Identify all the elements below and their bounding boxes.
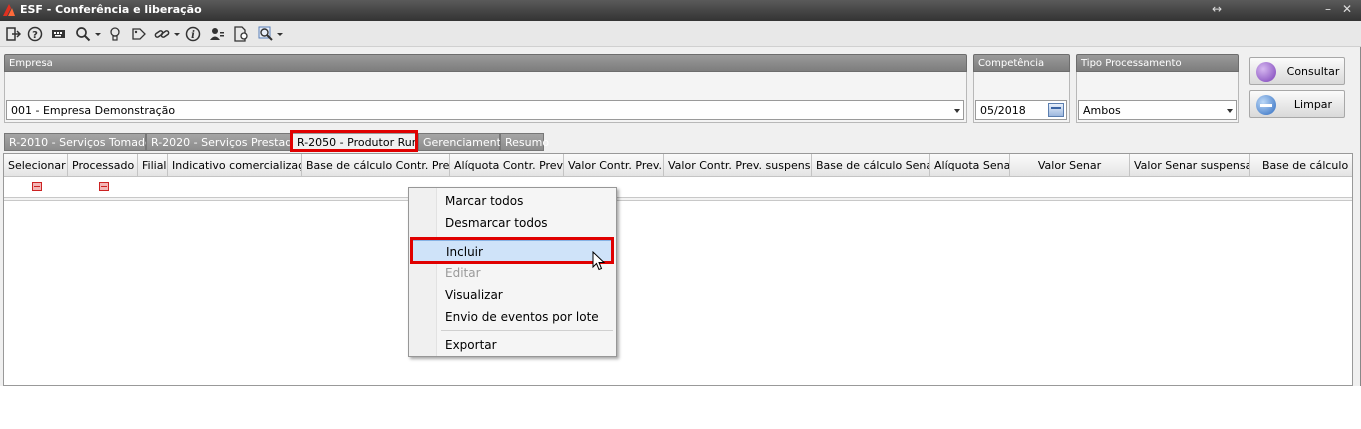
empresa-label: Empresa bbox=[4, 54, 967, 72]
document-settings-icon[interactable] bbox=[232, 25, 250, 43]
menu-item-editar: Editar bbox=[445, 266, 481, 280]
user-icon[interactable] bbox=[208, 25, 226, 43]
app-window: ESF - Conferência e liberação ↔ – ✕ ? i bbox=[0, 0, 1361, 386]
minus-circle-icon bbox=[1256, 95, 1276, 115]
restore-icon[interactable]: ↔ bbox=[1212, 2, 1222, 16]
column-header[interactable]: Alíquota Contr. Prev. bbox=[450, 154, 564, 177]
svg-text:i: i bbox=[191, 30, 195, 41]
column-header[interactable]: Base de cálculo Senar bbox=[812, 154, 930, 177]
column-header[interactable]: Alíquota Senar bbox=[930, 154, 1010, 177]
calendar-icon[interactable] bbox=[1048, 103, 1064, 117]
title-bar[interactable]: ESF - Conferência e liberação ↔ – ✕ bbox=[0, 0, 1361, 21]
chevron-down-icon[interactable] bbox=[954, 109, 960, 113]
column-header[interactable]: Selecionar bbox=[4, 154, 68, 177]
tipo-processamento-label: Tipo Processamento bbox=[1076, 54, 1239, 72]
menu-item-incluir[interactable]: Incluir bbox=[411, 240, 614, 262]
tab-gerenciamento[interactable]: Gerenciamento bbox=[418, 133, 508, 151]
competencia-value: 05/2018 bbox=[980, 104, 1026, 117]
select-all-checkbox[interactable] bbox=[32, 182, 42, 191]
menu-item-marcar-todos[interactable]: Marcar todos bbox=[411, 190, 614, 212]
column-header[interactable]: Valor Senar bbox=[1010, 154, 1130, 177]
column-header[interactable]: Filial bbox=[138, 154, 168, 177]
tab-resumo[interactable]: Resumo bbox=[500, 133, 549, 151]
exit-icon[interactable] bbox=[4, 25, 22, 43]
keyboard-icon[interactable] bbox=[50, 25, 68, 43]
column-header[interactable]: Valor Senar suspensa bbox=[1130, 154, 1250, 177]
tab-r2020[interactable]: R-2020 - Serviços Prestados bbox=[146, 133, 305, 151]
column-header[interactable]: Valor Contr. Prev. suspensa bbox=[664, 154, 812, 177]
search-key-icon bbox=[1256, 62, 1276, 82]
column-header[interactable]: Base de cálculo Ra bbox=[1250, 154, 1352, 177]
link-icon[interactable] bbox=[153, 25, 171, 43]
menu-item-envio-lote[interactable]: Envio de eventos por lote bbox=[411, 306, 614, 328]
consultar-button-label: Consultar bbox=[1286, 65, 1340, 78]
column-header[interactable]: Indicativo comercialização bbox=[168, 154, 302, 177]
processed-filter-checkbox[interactable] bbox=[99, 182, 109, 191]
context-menu: Marcar todos Desmarcar todos Incluir Edi… bbox=[408, 187, 617, 357]
filter-row-separator bbox=[4, 197, 1352, 201]
chevron-down-icon[interactable] bbox=[1227, 109, 1233, 113]
svg-text:?: ? bbox=[32, 30, 38, 41]
app-logo-icon bbox=[3, 4, 15, 16]
empresa-select[interactable]: 001 - Empresa Demonstração bbox=[6, 100, 964, 120]
menu-item-visualizar[interactable]: Visualizar bbox=[411, 284, 614, 306]
minimize-icon[interactable]: – bbox=[1325, 2, 1331, 16]
mouse-pointer-icon bbox=[592, 251, 606, 271]
info-icon[interactable]: i bbox=[184, 25, 202, 43]
menu-item-exportar[interactable]: Exportar bbox=[411, 334, 614, 356]
tipo-processamento-value: Ambos bbox=[1083, 104, 1121, 117]
competencia-date-field[interactable]: 05/2018 bbox=[975, 100, 1067, 120]
help-icon[interactable]: ? bbox=[26, 25, 44, 43]
tag-icon[interactable] bbox=[130, 25, 148, 43]
menu-separator bbox=[441, 330, 613, 331]
competencia-label: Competência bbox=[973, 54, 1070, 72]
consultar-button[interactable]: Consultar bbox=[1249, 57, 1345, 85]
limpar-button-label: Limpar bbox=[1293, 98, 1333, 111]
tipo-processamento-select[interactable]: Ambos bbox=[1078, 100, 1237, 120]
search-dropdown-arrow[interactable] bbox=[95, 33, 101, 36]
search-icon[interactable] bbox=[74, 25, 92, 43]
menu-item-desmarcar-todos[interactable]: Desmarcar todos bbox=[411, 212, 614, 234]
close-icon[interactable]: ✕ bbox=[1342, 2, 1352, 16]
limpar-button[interactable]: Limpar bbox=[1249, 90, 1345, 118]
column-header[interactable]: Processado bbox=[68, 154, 138, 177]
zoom-dropdown-arrow[interactable] bbox=[277, 33, 283, 36]
empresa-value: 001 - Empresa Demonstração bbox=[11, 104, 176, 117]
menu-separator bbox=[441, 237, 613, 238]
link-dropdown-arrow[interactable] bbox=[174, 33, 180, 36]
column-header[interactable]: Base de cálculo Contr. Prev. bbox=[302, 154, 450, 177]
data-grid: Selecionar Processado Filial Indicativo … bbox=[3, 153, 1353, 386]
lightbulb-icon[interactable] bbox=[106, 25, 124, 43]
column-header[interactable]: Valor Contr. Prev. bbox=[564, 154, 664, 177]
window-title: ESF - Conferência e liberação bbox=[20, 3, 202, 16]
tab-r2010[interactable]: R-2010 - Serviços Tomados bbox=[4, 133, 157, 151]
toolbar: ? i bbox=[0, 21, 1361, 47]
tab-r2050[interactable]: R-2050 - Produtor Rural bbox=[292, 133, 426, 151]
zoom-options-icon[interactable] bbox=[257, 25, 275, 43]
